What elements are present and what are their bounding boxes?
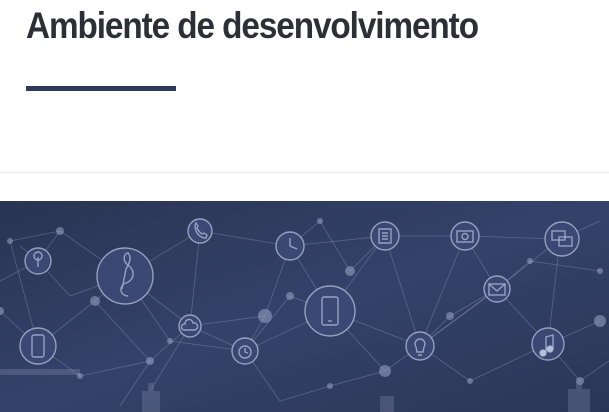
network-illustration: [0, 201, 609, 412]
map-pin-icon: [24, 247, 52, 275]
document-icon: [370, 221, 400, 251]
chat-bubbles-icon: [544, 221, 580, 257]
title-underline: [26, 86, 176, 91]
cloud-icon: [178, 314, 202, 338]
music-note-icon: [531, 327, 565, 361]
envelope-icon: [483, 275, 511, 303]
section-divider: [0, 172, 609, 173]
mobile-phone-icon: [19, 327, 57, 365]
treble-clef-icon: [96, 247, 154, 305]
phone-icon: [187, 218, 213, 244]
smartphone-icon: [304, 285, 356, 337]
clock-icon: [275, 231, 305, 261]
camera-icon: [450, 221, 480, 251]
light-bulb-icon: [405, 331, 435, 361]
alarm-clock-icon: [231, 337, 259, 365]
page: Ambiente de desenvolvimento: [0, 0, 609, 412]
hero-banner: [0, 201, 609, 412]
page-title: Ambiente de desenvolvimento: [26, 5, 479, 46]
